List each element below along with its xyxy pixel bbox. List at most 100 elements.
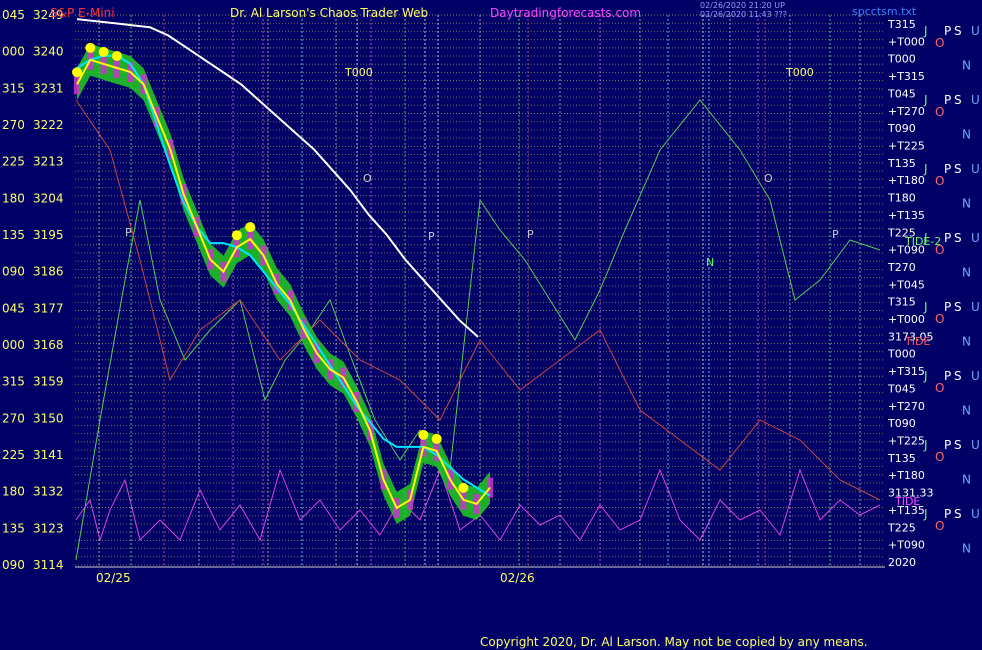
right-label: T000	[887, 53, 916, 66]
price-tick-label: 3186	[33, 265, 64, 279]
price-tick-label: 3204	[33, 191, 64, 205]
site-title: Dr. Al Larson's Chaos Trader Web	[230, 6, 428, 20]
annotation-label: P	[125, 226, 132, 239]
legend-letter: U	[971, 438, 980, 452]
right-label: T135	[887, 157, 916, 170]
right-label: +T315	[888, 70, 925, 83]
timestamp-1: 02/26/2020 21:20 UP	[700, 1, 785, 10]
angle-tick-label: 000	[2, 45, 25, 59]
swing-dot	[231, 230, 242, 241]
swing-dot	[458, 482, 469, 493]
angle-tick-label: 315	[2, 81, 25, 95]
annotation-label: T000	[344, 66, 373, 79]
price-tick-label: 3123	[33, 521, 64, 535]
right-label: T045	[887, 87, 916, 100]
chart-title: S&P E-Mini	[50, 6, 115, 20]
swing-dot	[431, 433, 442, 444]
annotation-label: O	[764, 172, 773, 185]
price-tick-label: 3114	[33, 558, 64, 572]
right-label: +T270	[888, 400, 925, 413]
right-label: T315	[887, 18, 916, 31]
right-label: +T090	[888, 539, 925, 552]
angle-tick-label: 270	[2, 118, 25, 132]
annotation-label: TIDE-2	[904, 235, 941, 248]
price-tick-label: 3177	[33, 301, 64, 315]
legend-letter: P	[944, 438, 951, 452]
swing-dot	[245, 222, 256, 233]
price-tick-label: 3240	[33, 45, 64, 59]
right-label: 2020	[888, 556, 916, 569]
legend-letter: U	[971, 162, 980, 176]
legend-letter: S	[954, 438, 962, 452]
right-label: T225	[887, 521, 916, 534]
annotation-label: O	[363, 172, 372, 185]
price-tick-label: 3195	[33, 228, 64, 242]
right-label: +T180	[888, 469, 925, 482]
price-chart: 045 3249000 3240315 3231270 3222225 3213180 32…	[0, 0, 982, 650]
right-label: T090	[887, 122, 916, 135]
angle-tick-label: 135	[2, 228, 25, 242]
right-label: T045	[887, 382, 916, 395]
legend-letter: N	[962, 473, 971, 487]
angle-tick-label: 180	[2, 191, 25, 205]
legend-letter: N	[962, 197, 971, 211]
right-label: +T000	[888, 35, 925, 48]
chart-container: 045 3249 000 3240 315 3231 270 3222 225 3213 180 32…	[0, 0, 982, 650]
price-tick-label: 3168	[33, 338, 64, 352]
right-label: +T315	[888, 365, 925, 378]
right-label: T270	[887, 261, 916, 274]
legend-letter: O	[935, 381, 944, 395]
right-label: +T135	[888, 209, 925, 222]
legend-letter: U	[971, 231, 980, 245]
legend-letter: N	[962, 266, 971, 280]
legend-letter: U	[971, 369, 980, 383]
annotation-label: T000	[785, 66, 814, 79]
legend-letter: U	[971, 300, 980, 314]
annotation-label: TIDE	[894, 495, 920, 508]
legend-letter: U	[971, 507, 980, 521]
legend-letter: J	[923, 93, 928, 107]
angle-tick-label: 180	[2, 485, 25, 499]
legend-letter: S	[954, 93, 962, 107]
angle-tick-label: 315	[2, 375, 25, 389]
legend-letter: J	[923, 300, 928, 314]
legend-letter: J	[923, 507, 928, 521]
legend-letter: P	[944, 300, 951, 314]
legend-letter: N	[962, 404, 971, 418]
right-label: T180	[887, 192, 916, 205]
legend-letter: O	[935, 519, 944, 533]
angle-tick-label: 090	[2, 558, 25, 572]
legend-letter: P	[944, 24, 951, 38]
swing-dot	[111, 50, 122, 61]
legend-letter: P	[944, 507, 951, 521]
legend-letter: N	[962, 335, 971, 349]
angle-tick-label: 135	[2, 521, 25, 535]
swing-dot	[418, 429, 429, 440]
legend-letter: P	[944, 369, 951, 383]
legend-letter: O	[935, 36, 944, 50]
price-tick-label: 3222	[33, 118, 64, 132]
annotation-label: P	[428, 230, 435, 243]
legend-letter: U	[971, 93, 980, 107]
angle-tick-label: 000	[2, 338, 25, 352]
legend-letter: J	[923, 24, 928, 38]
legend-letter: O	[935, 312, 944, 326]
price-tick-label: 3141	[33, 448, 64, 462]
right-label: T315	[887, 296, 916, 309]
angle-tick-label: 045	[2, 8, 25, 22]
legend-letter: J	[923, 369, 928, 383]
copyright: Copyright 2020, Dr. Al Larson. May not b…	[480, 635, 868, 649]
site-link[interactable]: Daytradingforecasts.com	[490, 6, 641, 20]
x-tick-label: 02/25	[96, 571, 131, 585]
right-label: +T270	[888, 105, 925, 118]
angle-tick-label: 270	[2, 411, 25, 425]
legend-letter: O	[935, 105, 944, 119]
angle-tick-label: 225	[2, 448, 25, 462]
legend-letter: J	[923, 162, 928, 176]
x-tick-label: 02/26	[500, 571, 535, 585]
swing-dot	[85, 42, 96, 53]
right-label: +T000	[888, 313, 925, 326]
swing-dot	[72, 67, 82, 78]
annotation-label: N	[706, 256, 714, 269]
legend-letter: O	[935, 174, 944, 188]
